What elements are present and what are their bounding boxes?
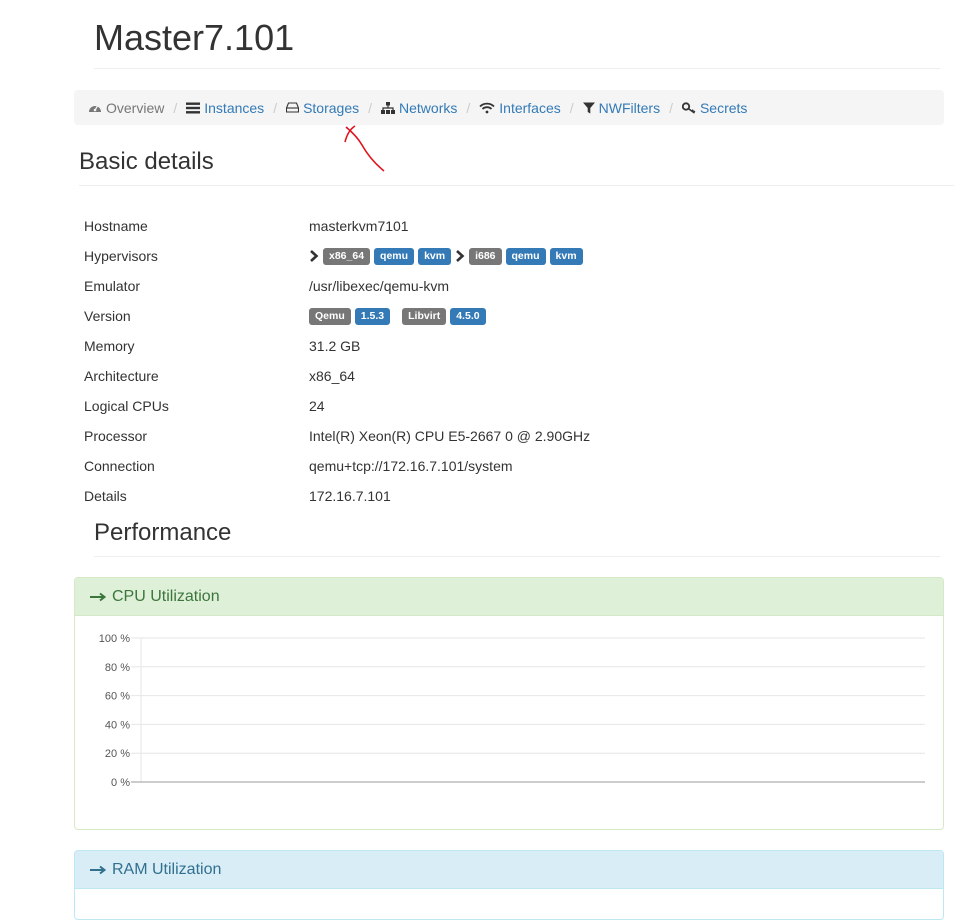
nav-item-nwfilters[interactable]: NWFilters	[582, 99, 661, 116]
detail-label: Details	[84, 488, 127, 504]
basic-details-heading: Basic details	[79, 148, 214, 175]
page-title: Master7.101	[94, 17, 295, 58]
performance-heading: Performance	[94, 519, 232, 546]
detail-label: Version	[84, 308, 131, 324]
basic-details-divider	[79, 185, 954, 186]
nav-item-label: Secrets	[699, 99, 748, 116]
breadcrumb-separator: /	[173, 99, 178, 116]
y-tick-label: 80 %	[105, 662, 130, 674]
logical-cpus-value: 24	[309, 398, 325, 414]
breadcrumb-separator: /	[466, 99, 471, 116]
machine-badge: qemu	[374, 247, 415, 265]
list-icon	[186, 102, 201, 114]
detail-row-version: Version Qemu 1.5.3 Libvirt 4.5.0	[84, 301, 784, 331]
detail-label: Memory	[84, 338, 135, 354]
connection-value: qemu+tcp://172.16.7.101/system	[309, 458, 513, 474]
hypervisors-value: x86_64 qemu kvm i686 qemu kvm	[309, 247, 587, 265]
red-arrow-annotation	[344, 125, 385, 172]
ram-utilization-panel: RAM Utilization	[74, 850, 944, 920]
libvirt-version-badge: 4.5.0	[450, 307, 486, 325]
detail-row-connection: Connection qemu+tcp://172.16.7.101/syste…	[84, 451, 784, 481]
cpu-utilization-panel: CPU Utilization 100 % 80 % 60 % 40 % 20 % 0 %	[74, 577, 944, 830]
sitemap-icon	[381, 101, 396, 114]
chevron-right-icon	[455, 250, 465, 262]
filter-icon	[582, 102, 595, 114]
qemu-version-badge: 1.5.3	[354, 307, 391, 325]
nav-item-label: NWFilters	[598, 99, 661, 116]
hdd-icon	[286, 102, 300, 113]
y-tick-label: 0 %	[111, 777, 130, 789]
architecture-value: x86_64	[309, 368, 355, 384]
processor-value: Intel(R) Xeon(R) CPU E5-2667 0 @ 2.90GHz	[309, 428, 591, 444]
cpu-panel-title: CPU Utilization	[112, 587, 220, 605]
cpu-panel-heading: CPU Utilization	[75, 578, 943, 616]
machine-badge: qemu	[505, 247, 546, 265]
detail-row-logical-cpus: Logical CPUs 24	[84, 391, 784, 421]
nav-item-secrets[interactable]: Secrets	[681, 99, 748, 116]
breadcrumb-separator: /	[273, 99, 278, 116]
detail-label: Hypervisors	[84, 248, 158, 264]
y-tick-label: 60 %	[105, 691, 130, 703]
detail-label: Connection	[84, 458, 155, 474]
detail-label: Processor	[84, 428, 148, 444]
detail-label: Logical CPUs	[84, 398, 169, 414]
detail-row-processor: Processor Intel(R) Xeon(R) CPU E5-2667 0…	[84, 421, 784, 451]
qemu-name-badge: Qemu	[309, 307, 351, 325]
detail-row-hostname: Hostname masterkvm7101	[84, 211, 784, 241]
breadcrumb-separator: /	[669, 99, 673, 116]
performance-divider	[94, 556, 940, 557]
ram-panel-title: RAM Utilization	[112, 860, 222, 878]
chevron-right-icon	[309, 250, 319, 262]
detail-label: Emulator	[84, 278, 141, 294]
y-tick-label: 20 %	[105, 748, 130, 760]
machine-badge: kvm	[418, 247, 452, 265]
detail-row-hypervisors: Hypervisors x86_64 qemu kvm i686 qemu kv…	[84, 241, 784, 271]
memory-value: 31.2 GB	[309, 338, 361, 354]
detail-row-architecture: Architecture x86_64	[84, 361, 784, 391]
host-nav-breadcrumb: Overview / Instances / Storages / Networ…	[74, 90, 944, 125]
detail-label: Architecture	[84, 368, 159, 384]
detail-row-emulator: Emulator /usr/libexec/qemu-kvm	[84, 271, 784, 301]
wifi-icon	[479, 102, 495, 114]
libvirt-name-badge: Libvirt	[402, 307, 447, 325]
emulator-value: /usr/libexec/qemu-kvm	[309, 278, 450, 294]
nav-item-networks[interactable]: Networks	[381, 100, 457, 116]
nav-item-label: Networks	[399, 99, 458, 116]
nav-item-interfaces[interactable]: Interfaces	[479, 99, 561, 116]
ram-panel-heading: RAM Utilization	[75, 851, 943, 889]
y-tick-label: 100 %	[99, 633, 130, 645]
title-divider	[94, 68, 940, 69]
cpu-utilization-chart: 100 % 80 % 60 % 40 % 20 % 0 %	[99, 633, 925, 789]
dashboard-icon	[88, 102, 102, 114]
details-value: 172.16.7.101	[309, 488, 391, 504]
arch-badge: x86_64	[323, 247, 371, 265]
arrow-right-icon	[90, 592, 107, 602]
nav-item-label: Interfaces	[499, 99, 561, 116]
y-tick-label: 40 %	[105, 719, 130, 731]
detail-row-memory: Memory 31.2 GB	[84, 331, 784, 361]
nav-item-label: Storages	[303, 99, 360, 116]
version-value: Qemu 1.5.3 Libvirt 4.5.0	[309, 307, 490, 325]
nav-item-label: Instances	[204, 99, 265, 116]
nav-item-instances[interactable]: Instances	[186, 100, 264, 116]
nav-item-storages[interactable]: Storages	[286, 100, 359, 116]
machine-badge: kvm	[549, 247, 583, 265]
breadcrumb-separator: /	[368, 99, 373, 116]
arch-badge: i686	[469, 247, 502, 265]
nav-item-overview[interactable]: Overview	[88, 100, 164, 116]
detail-row-details: Details 172.16.7.101	[84, 481, 784, 511]
nav-item-label: Overview	[106, 99, 165, 116]
detail-label: Hostname	[84, 218, 148, 234]
key-icon	[681, 101, 696, 114]
breadcrumb-separator: /	[569, 99, 574, 116]
arrow-right-icon	[90, 865, 107, 875]
hostname-value: masterkvm7101	[309, 218, 409, 234]
